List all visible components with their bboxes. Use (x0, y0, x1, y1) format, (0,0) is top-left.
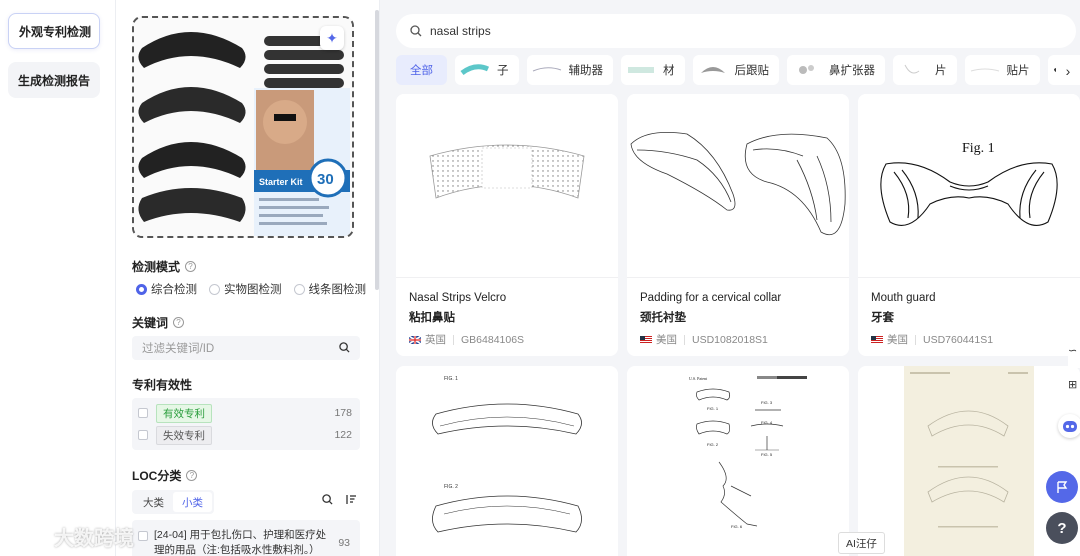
figure-label: Fig. 1 (962, 141, 995, 156)
radio-dot (136, 283, 147, 295)
magic-wand-icon[interactable]: ✦ (320, 26, 344, 50)
figure-label: FIG. 2 (707, 442, 719, 447)
figure-label: FIG. 6 (731, 524, 743, 529)
sort-icon[interactable] (345, 494, 357, 505)
help-circle-icon[interactable]: ? (185, 261, 197, 272)
result-meta: 美国 USD1082018S1 (640, 332, 768, 347)
side-tool-icon[interactable]: ⊞ (1068, 378, 1080, 402)
watermark-logo-icon (8, 527, 44, 546)
figure-label: FIG. 4 (761, 420, 773, 425)
results-area: nasal strips 全部 子 辅助器 材 后跟贴 鼻扩张器 片 贴片 › … (380, 0, 1080, 556)
uploaded-image[interactable]: Starter Kit 30 ✦ (132, 16, 354, 238)
mode-title: 检测模式 ? (132, 258, 197, 275)
robot-assistant-icon[interactable] (1058, 414, 1080, 438)
validity-item-invalid[interactable]: 失效专利 122 (138, 425, 352, 445)
radio-dot (293, 283, 305, 295)
nav-item-report[interactable]: 生成检测报告 (8, 62, 100, 98)
patent-header: U.S. Patent (689, 376, 708, 381)
us-flag-icon (871, 335, 883, 344)
radio-dot (209, 283, 220, 295)
uploaded-product-photo: Starter Kit 30 (134, 18, 352, 236)
mode-radio-line[interactable]: 线条图检测 (293, 281, 366, 297)
result-title-zh: 颈托衬垫 (640, 312, 686, 324)
result-card[interactable]: FIG. 1 FIG. 2 (396, 366, 618, 556)
result-card[interactable]: Fig. 1 Mouth guard 牙套 美国 USD760441S1 (858, 94, 1080, 356)
result-card[interactable]: Nasal Strips Velcro 粘扣鼻贴 英国 GB6484106S (396, 94, 618, 356)
result-card[interactable]: Padding for a cervical collar 颈托衬垫 美国 USD… (627, 94, 849, 356)
validity-item-valid[interactable]: 有效专利 178 (138, 403, 352, 423)
chip-thumbnail (460, 64, 490, 76)
us-flag-icon (640, 335, 652, 344)
mode-radio-comprehensive[interactable]: 综合检测 (136, 281, 197, 297)
category-chips: 全部 子 辅助器 材 后跟贴 鼻扩张器 片 贴片 (396, 55, 1080, 87)
nav-item-appearance-check[interactable]: 外观专利检测 (8, 13, 100, 49)
chip-4[interactable]: 后跟贴 (692, 55, 779, 85)
keyword-title: 关键词 ? (132, 314, 185, 331)
chip-6[interactable]: 片 (893, 55, 957, 85)
chip-thumbnail (970, 68, 999, 72)
uk-flag-icon (409, 335, 421, 344)
result-meta: 美国 USD760441S1 (871, 332, 993, 347)
loc-tabs: 大类 小类 (132, 490, 214, 514)
starter-kit-text: Starter Kit (259, 177, 303, 187)
result-title-en: Mouth guard (871, 292, 936, 304)
chip-1[interactable]: 子 (455, 55, 519, 85)
checkbox[interactable] (138, 531, 148, 541)
search-icon[interactable] (339, 342, 350, 353)
loc-title: LOC分类 ? (132, 467, 198, 484)
figure-label: FIG. 1 (707, 406, 719, 411)
chip-5[interactable]: 鼻扩张器 (787, 55, 885, 85)
search-icon (410, 25, 422, 37)
result-title-en: Padding for a cervical collar (640, 292, 782, 304)
result-image (396, 94, 618, 278)
tab-minor-class[interactable]: 小类 (173, 492, 212, 512)
search-input[interactable]: nasal strips (396, 14, 1076, 48)
chip-thumbnail (799, 65, 814, 74)
result-image: Fig. 1 (858, 94, 1080, 278)
chip-thumbnail (532, 67, 561, 72)
validity-list: 有效专利 178 失效专利 122 (132, 398, 360, 450)
result-title-en: Nasal Strips Velcro (409, 292, 507, 304)
result-meta: 英国 GB6484106S (409, 332, 524, 347)
figure-label: FIG. 2 (444, 484, 458, 490)
help-circle-icon[interactable]: ? (173, 317, 185, 328)
tab-major-class[interactable]: 大类 (134, 492, 173, 512)
watermark: 大数跨境 (8, 522, 134, 551)
feedback-flag-icon[interactable] (1046, 471, 1078, 503)
result-image: U.S. Patent FIG. 1 FIG. 2 FIG. 3 FIG. 4 … (689, 376, 807, 529)
side-tool-icon[interactable]: ∽ (1068, 344, 1080, 368)
checkbox[interactable] (138, 430, 148, 440)
result-card[interactable]: U.S. Patent FIG. 1 FIG. 2 FIG. 3 FIG. 4 … (627, 366, 849, 556)
chip-7[interactable]: 贴片 (964, 55, 1040, 85)
chip-3[interactable]: 材 (621, 55, 685, 85)
help-circle-icon[interactable]: ? (186, 470, 198, 481)
figure-label: FIG. 5 (761, 452, 773, 457)
search-icon[interactable] (322, 494, 333, 505)
checkbox[interactable] (138, 408, 148, 418)
ai-assistant-tooltip: AI汪仔 (838, 532, 885, 554)
result-image (627, 94, 849, 278)
chip-2[interactable]: 辅助器 (526, 55, 613, 85)
mode-radio-group: 综合检测 实物图检测 线条图检测 (136, 281, 366, 297)
chip-all[interactable]: 全部 (396, 55, 447, 85)
panel-scrollbar[interactable] (375, 10, 379, 290)
left-nav: 外观专利检测 生成检测报告 (0, 0, 116, 556)
validity-title: 专利有效性 (132, 378, 193, 392)
chip-thumbnail (628, 67, 654, 73)
help-button[interactable]: ? (1046, 512, 1078, 544)
keyword-input[interactable]: 过滤关键词/ID (132, 336, 360, 360)
chip-thumbnail (904, 64, 920, 74)
loc-tools (322, 494, 357, 505)
result-title-zh: 粘扣鼻贴 (409, 312, 455, 324)
result-title-zh: 牙套 (871, 312, 894, 324)
loc-item[interactable]: [24-04] 用于包扎伤口、护理和医疗处理的用品（注:包括吸水性敷料剂。） 9… (132, 520, 360, 556)
figure-label: FIG. 3 (761, 400, 773, 405)
badge-number: 30 (317, 171, 334, 188)
chevron-right-icon[interactable]: › (1056, 57, 1080, 85)
result-image: FIG. 1 FIG. 2 (432, 376, 582, 533)
chip-thumbnail (700, 67, 725, 73)
filter-panel: Starter Kit 30 ✦ 检测模式 ? 综合检测 实物图检测 线条图检测… (116, 0, 380, 556)
mode-radio-photo[interactable]: 实物图检测 (209, 281, 282, 297)
figure-label: FIG. 1 (444, 376, 458, 382)
